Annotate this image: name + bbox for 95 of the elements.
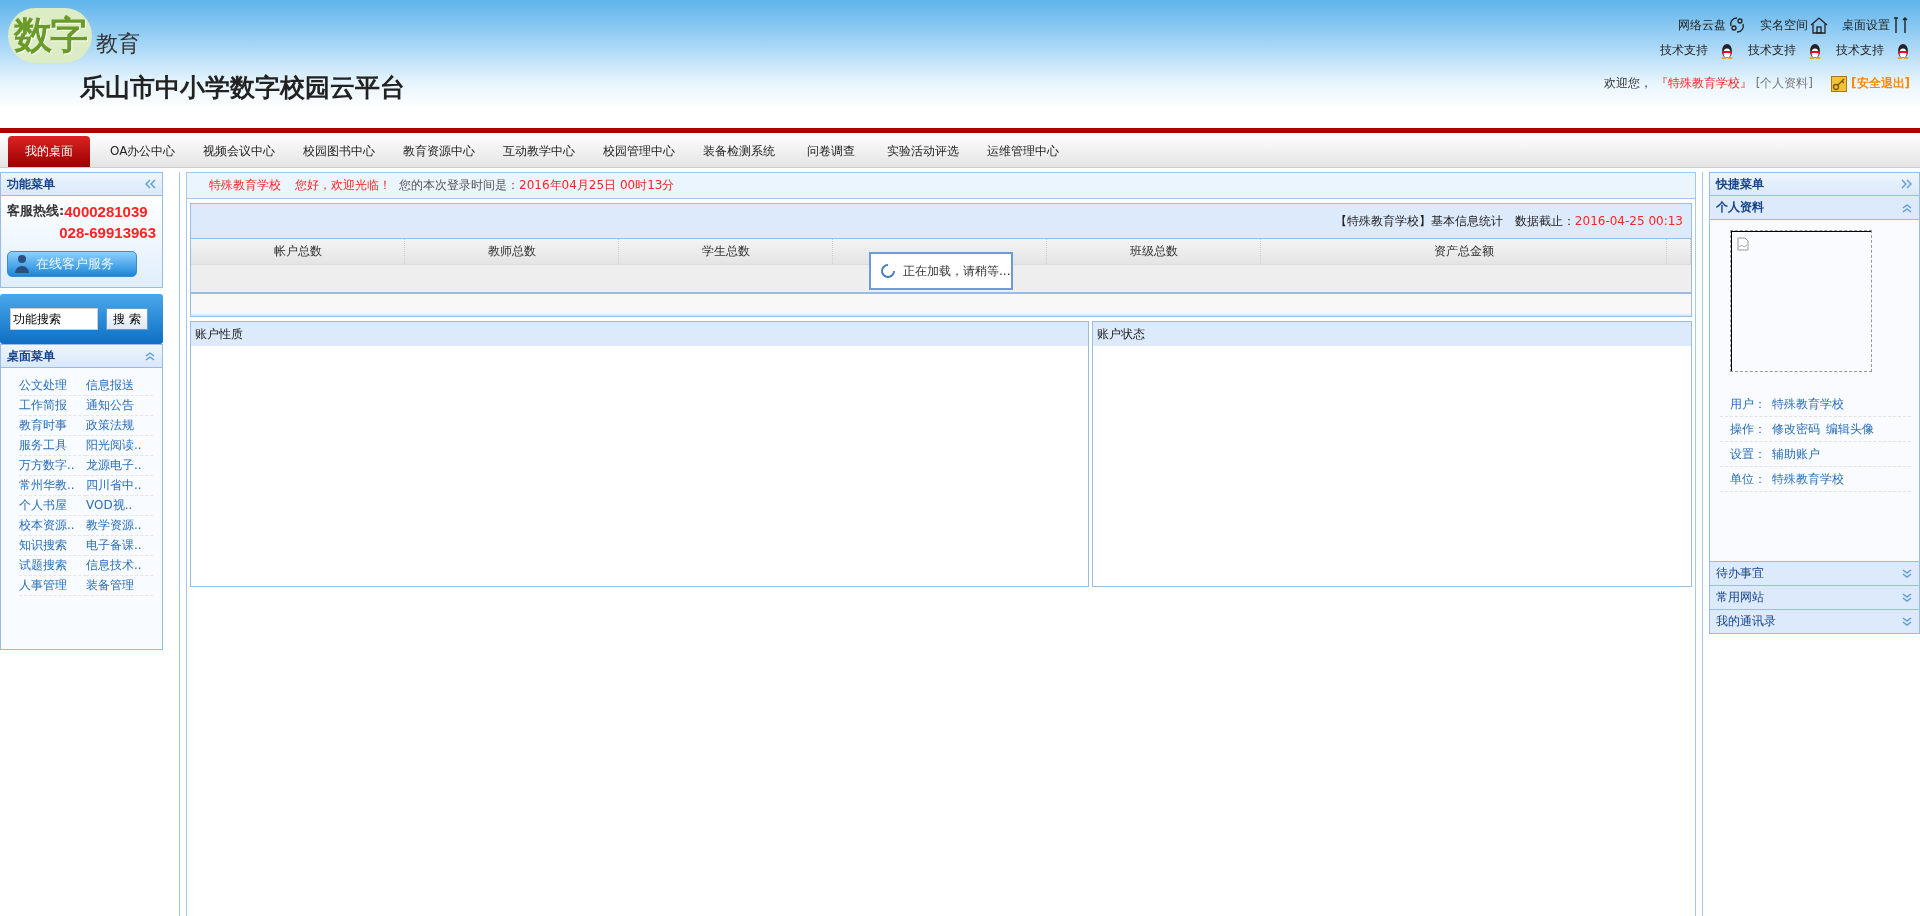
menu-link[interactable]: 工作简报 — [19, 396, 86, 416]
logo-mark: 数字 — [8, 8, 92, 63]
info-label: 用户： — [1730, 395, 1766, 413]
people-sync-icon — [1728, 16, 1746, 34]
search-button[interactable]: 搜 索 — [106, 308, 148, 330]
column-header: 班级总数 — [1129, 243, 1178, 260]
hotline-number: 028-69913963 — [59, 224, 156, 241]
expand-icon[interactable] — [1901, 568, 1913, 579]
menu-link[interactable]: 四川省中.. — [86, 476, 153, 496]
nav-tab[interactable]: 校园图书中心 — [293, 136, 386, 167]
column-header: 帐户总数 — [273, 243, 322, 260]
info-link[interactable]: 修改密码 — [1772, 420, 1820, 438]
school-name: 『特殊教育学校』 — [1655, 75, 1752, 92]
menu-link[interactable]: 人事管理 — [19, 576, 86, 596]
nav-tab[interactable]: 运维管理中心 — [977, 136, 1070, 167]
info-label: 操作： — [1730, 420, 1766, 438]
penguin-icon[interactable] — [1808, 43, 1822, 59]
tools-icon — [1892, 16, 1910, 34]
collapse-icon[interactable] — [1901, 202, 1913, 213]
menu-link[interactable]: 校本资源.. — [19, 516, 86, 536]
info-label: 设置： — [1730, 445, 1766, 463]
hotline-number: 4000281039 — [64, 202, 148, 220]
info-label: 单位： — [1730, 470, 1766, 488]
nav-tab[interactable]: 校园管理中心 — [593, 136, 686, 167]
top-link[interactable]: 桌面设置 — [1842, 16, 1910, 34]
menu-link[interactable]: 个人书屋 — [19, 496, 86, 516]
login-time: 您的本次登录时间是：2016年04月25日 00时13分 — [399, 177, 675, 194]
nav-tab[interactable]: 装备检测系统 — [693, 136, 786, 167]
expand-icon[interactable] — [1901, 592, 1913, 603]
menu-link[interactable]: 政策法规 — [86, 416, 153, 436]
section-title[interactable]: 常用网站 — [1716, 589, 1764, 606]
column-header: 资产总金额 — [1433, 243, 1494, 260]
house-icon — [1810, 16, 1828, 34]
collapse-icon[interactable] — [144, 351, 156, 361]
panel-title: 个人资料 — [1716, 199, 1764, 216]
welcome-text: 您好，欢迎光临！ — [295, 177, 391, 194]
broken-image-icon — [1737, 237, 1749, 251]
panel-title: 桌面菜单 — [7, 347, 55, 365]
expand-icon[interactable] — [1901, 179, 1913, 189]
support-link[interactable]: 技术支持 — [1748, 42, 1822, 59]
hotline-label: 客服热线: — [7, 202, 65, 220]
panel-title: 账户状态 — [1097, 325, 1146, 343]
penguin-icon[interactable] — [1896, 43, 1910, 59]
data-date: 数据截止：2016-04-25 00:13 — [1514, 212, 1683, 230]
nav-tab[interactable]: 问卷调查 — [793, 136, 870, 167]
top-link[interactable]: 网络云盘 — [1678, 16, 1746, 34]
section-title[interactable]: 待办事宜 — [1716, 565, 1764, 582]
info-link[interactable]: 编辑头像 — [1826, 420, 1874, 438]
menu-link[interactable]: 万方数字.. — [19, 456, 86, 476]
site-title: 乐山市中小学数字校园云平台 — [80, 72, 405, 104]
menu-link[interactable]: 信息报送 — [86, 376, 153, 396]
nav-tab[interactable]: 互动教学中心 — [493, 136, 586, 167]
nav-tab[interactable]: 视频会议中心 — [193, 136, 286, 167]
collapse-icon[interactable] — [144, 179, 156, 189]
logo-text: 教育 — [96, 30, 140, 58]
menu-link[interactable]: 知识搜索 — [19, 536, 86, 556]
column-header: 教师总数 — [487, 243, 536, 260]
menu-link[interactable]: 通知公告 — [86, 396, 153, 416]
panel-title: 快捷菜单 — [1716, 175, 1764, 193]
greeting: 欢迎您， — [1603, 75, 1652, 92]
panel-title: 账户性质 — [195, 325, 243, 343]
spinner-icon — [881, 264, 895, 278]
nav-tab[interactable]: 实验活动评选 — [877, 136, 970, 167]
menu-link[interactable]: 服务工具 — [19, 436, 86, 456]
stats-title: 【特殊教育学校】基本信息统计 — [1334, 212, 1503, 230]
info-link[interactable]: 特殊教育学校 — [1772, 470, 1844, 488]
menu-link[interactable]: 公文处理 — [19, 376, 86, 396]
expand-icon[interactable] — [1901, 616, 1913, 627]
profile-link[interactable]: [个人资料] — [1755, 75, 1814, 92]
panel-title: 功能菜单 — [7, 175, 55, 193]
menu-link[interactable]: VOD视.. — [86, 496, 153, 516]
menu-link[interactable]: 龙源电子.. — [86, 456, 153, 476]
school-name: 特殊教育学校 — [209, 177, 281, 194]
support-link[interactable]: 技术支持 — [1836, 42, 1910, 59]
nav-tab[interactable]: 我的桌面 — [8, 136, 90, 167]
loading-text: 正在加载，请稍等... — [903, 262, 1011, 280]
penguin-icon[interactable] — [1720, 43, 1734, 59]
menu-link[interactable]: 试题搜索 — [19, 556, 86, 576]
info-link[interactable]: 辅助账户 — [1772, 445, 1820, 463]
person-icon — [14, 254, 30, 274]
info-link[interactable]: 特殊教育学校 — [1772, 395, 1844, 413]
search-field[interactable]: 功能搜索 — [10, 308, 98, 330]
menu-link[interactable]: 教学资源.. — [86, 516, 153, 536]
menu-link[interactable]: 电子备课.. — [86, 536, 153, 556]
menu-link[interactable]: 教育时事 — [19, 416, 86, 436]
menu-link[interactable]: 常州华教.. — [19, 476, 86, 496]
nav-tab[interactable]: OA办公中心 — [100, 136, 186, 167]
nav-tab[interactable]: 教育资源中心 — [393, 136, 486, 167]
menu-link[interactable]: 阳光阅读.. — [86, 436, 153, 456]
menu-link[interactable]: 信息技术.. — [86, 556, 153, 576]
support-link[interactable]: 技术支持 — [1660, 42, 1734, 59]
key-icon — [1831, 75, 1848, 92]
top-link[interactable]: 实名空间 — [1760, 16, 1828, 34]
menu-link[interactable]: 装备管理 — [86, 576, 153, 596]
column-header: 学生总数 — [701, 243, 750, 260]
